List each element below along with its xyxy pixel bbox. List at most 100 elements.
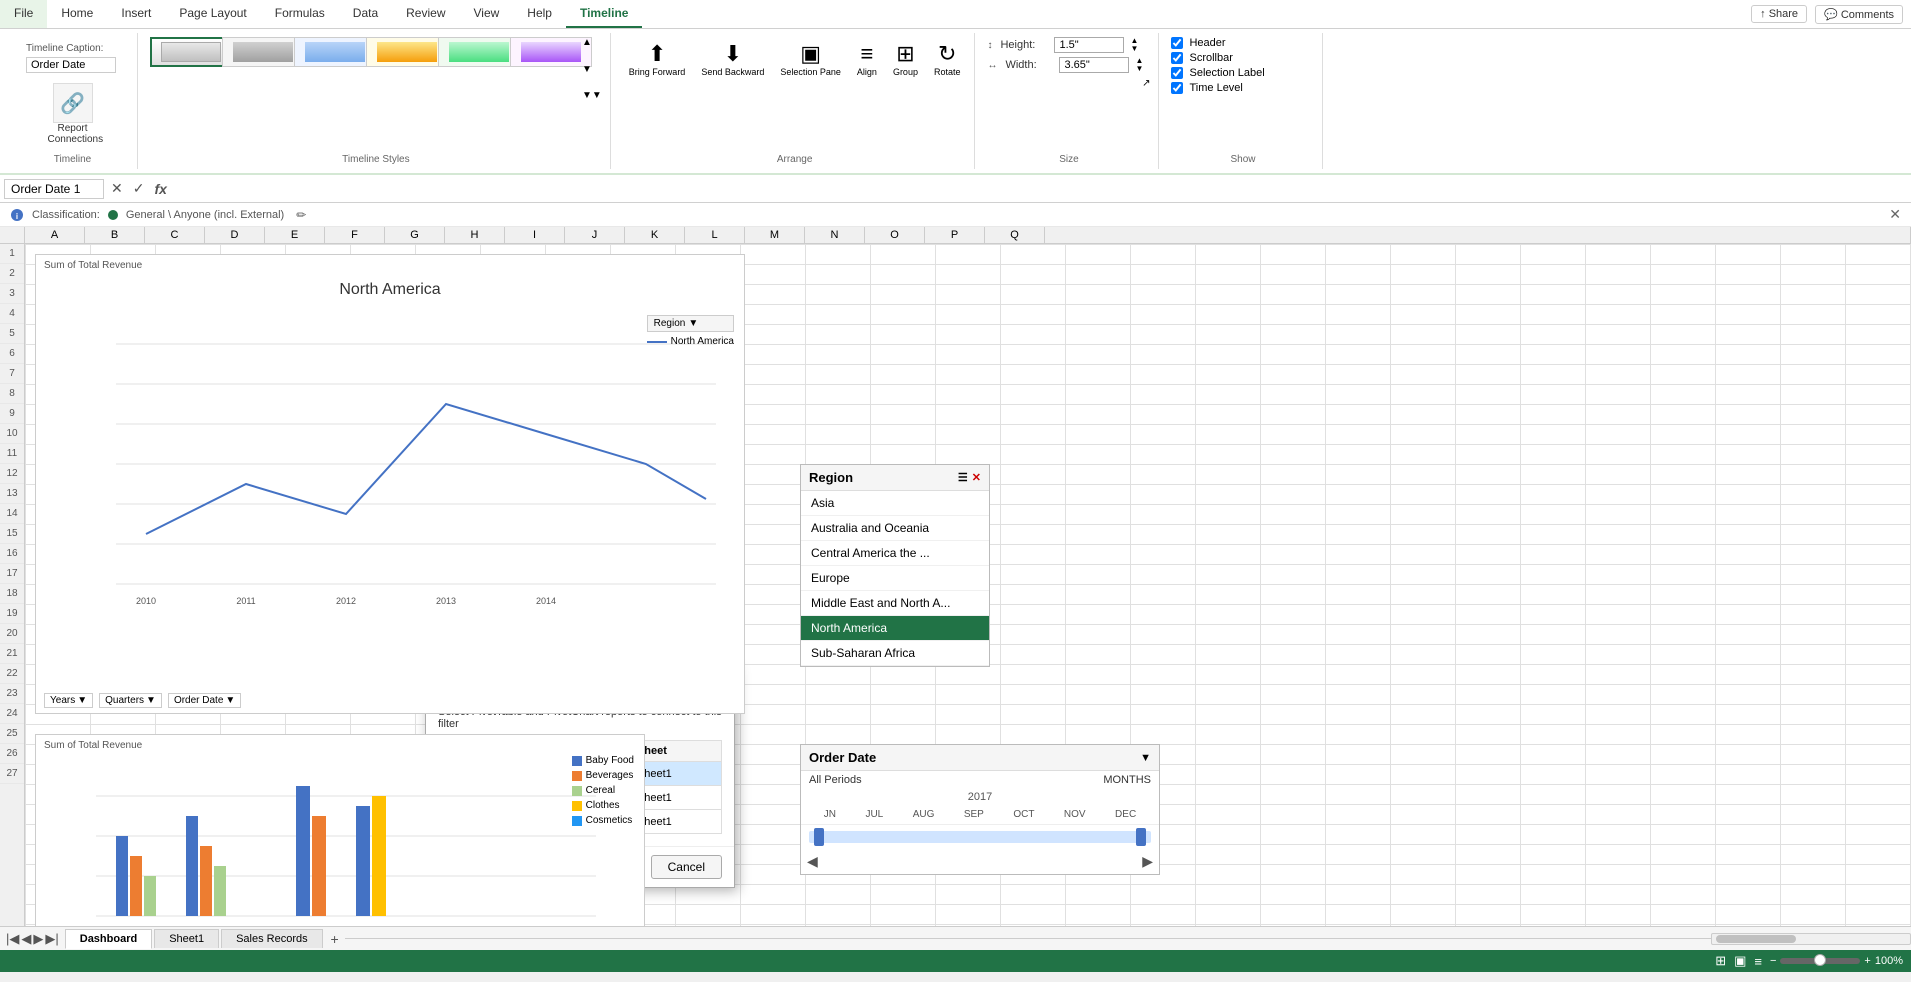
styles-expand[interactable]: ▼▼ xyxy=(582,90,602,101)
comments-button[interactable]: 💬 Comments xyxy=(1815,5,1903,24)
row-9[interactable]: 9 xyxy=(0,404,24,424)
row-21[interactable]: 21 xyxy=(0,644,24,664)
zoom-control[interactable]: − + 100% xyxy=(1770,955,1903,967)
page-layout-view-icon[interactable]: ▣ xyxy=(1734,953,1746,969)
row-15[interactable]: 15 xyxy=(0,524,24,544)
resize-handle-tr[interactable] xyxy=(1151,745,1159,753)
row-1[interactable]: 1 xyxy=(0,244,24,264)
col-header-F[interactable]: F xyxy=(325,227,385,243)
row-4[interactable]: 4 xyxy=(0,304,24,324)
row-11[interactable]: 11 xyxy=(0,444,24,464)
h-scrollbar-thumb[interactable] xyxy=(1716,935,1796,943)
col-header-B[interactable]: B xyxy=(85,227,145,243)
region-filter-button[interactable]: Region ▼ xyxy=(647,315,734,332)
cells-area[interactable]: Sum of Total Revenue North America $- $1… xyxy=(25,244,1911,926)
col-header-K[interactable]: K xyxy=(625,227,685,243)
sheet-tab-sheet1[interactable]: Sheet1 xyxy=(154,929,219,948)
sheet-first-button[interactable]: |◀ xyxy=(6,931,19,947)
slicer-item-australia[interactable]: Australia and Oceania xyxy=(801,516,989,541)
date-slider-right-handle[interactable] xyxy=(1136,828,1146,846)
tab-help[interactable]: Help xyxy=(513,0,566,28)
timeline-style-2[interactable] xyxy=(222,37,304,67)
tab-data[interactable]: Data xyxy=(339,0,392,28)
col-header-C[interactable]: C xyxy=(145,227,205,243)
selection-pane-button[interactable]: ▣ Selection Pane xyxy=(774,37,847,81)
sheet-tab-dashboard[interactable]: Dashboard xyxy=(65,929,152,949)
timeline-style-5[interactable] xyxy=(438,37,520,67)
order-date-dropdown[interactable]: Order Date ▼ xyxy=(168,693,241,708)
row-6[interactable]: 6 xyxy=(0,344,24,364)
tab-timeline[interactable]: Timeline xyxy=(566,0,642,28)
row-2[interactable]: 2 xyxy=(0,264,24,284)
cell-reference[interactable]: Order Date 1 xyxy=(4,179,104,199)
height-input[interactable] xyxy=(1054,37,1124,53)
col-header-G[interactable]: G xyxy=(385,227,445,243)
height-decrement[interactable]: ▼ xyxy=(1130,45,1138,53)
col-header-H[interactable]: H xyxy=(445,227,505,243)
add-sheet-button[interactable]: + xyxy=(325,929,345,949)
row-10[interactable]: 10 xyxy=(0,424,24,444)
zoom-out-button[interactable]: − xyxy=(1770,955,1776,967)
slicer-item-central-america[interactable]: Central America the ... xyxy=(801,541,989,566)
date-slider-bar[interactable] xyxy=(809,831,1151,843)
slicer-item-north-america[interactable]: North America xyxy=(801,616,989,641)
edit-classification-icon[interactable]: ✏ xyxy=(296,208,306,222)
row-20[interactable]: 20 xyxy=(0,624,24,644)
row-27[interactable]: 27 xyxy=(0,764,24,784)
row-13[interactable]: 13 xyxy=(0,484,24,504)
date-slider-left-handle[interactable] xyxy=(814,828,824,846)
timeline-style-6[interactable] xyxy=(510,37,592,67)
sheet-tab-sales-records[interactable]: Sales Records xyxy=(221,929,323,948)
timeline-style-4[interactable] xyxy=(366,37,448,67)
send-backward-button[interactable]: ⬇ Send Backward xyxy=(695,37,770,81)
col-header-I[interactable]: I xyxy=(505,227,565,243)
quarters-dropdown[interactable]: Quarters ▼ xyxy=(99,693,162,708)
row-19[interactable]: 19 xyxy=(0,604,24,624)
tab-home[interactable]: Home xyxy=(47,0,107,28)
years-dropdown[interactable]: Years ▼ xyxy=(44,693,93,708)
chart1-container[interactable]: Sum of Total Revenue North America $- $1… xyxy=(35,254,745,714)
zoom-in-button[interactable]: + xyxy=(1864,955,1870,967)
formula-input[interactable] xyxy=(174,180,1907,198)
row-7[interactable]: 7 xyxy=(0,364,24,384)
date-next-button[interactable]: ▶ xyxy=(1142,853,1153,870)
row-23[interactable]: 23 xyxy=(0,684,24,704)
rotate-button[interactable]: ↻ Rotate xyxy=(928,37,967,81)
slicer-item-asia[interactable]: Asia xyxy=(801,491,989,516)
row-8[interactable]: 8 xyxy=(0,384,24,404)
cancel-edit-button[interactable]: ✕ xyxy=(108,180,126,197)
selection-label-checkbox[interactable] xyxy=(1171,67,1183,79)
slicer-item-europe[interactable]: Europe xyxy=(801,566,989,591)
col-header-O[interactable]: O xyxy=(865,227,925,243)
timeline-style-3[interactable] xyxy=(294,37,376,67)
tab-formulas[interactable]: Formulas xyxy=(261,0,339,28)
date-slicer[interactable]: Order Date ▼ All Periods MONTHS 2017 JN … xyxy=(800,744,1160,875)
row-17[interactable]: 17 xyxy=(0,564,24,584)
share-button[interactable]: ↑ Share xyxy=(1751,5,1807,23)
date-filter-icon[interactable]: ▼ xyxy=(1140,752,1151,764)
col-header-E[interactable]: E xyxy=(265,227,325,243)
tab-view[interactable]: View xyxy=(460,0,514,28)
timeline-style-1[interactable] xyxy=(150,37,232,67)
tab-review[interactable]: Review xyxy=(392,0,459,28)
row-5[interactable]: 5 xyxy=(0,324,24,344)
col-header-Q[interactable]: Q xyxy=(985,227,1045,243)
bring-forward-button[interactable]: ⬆ Bring Forward xyxy=(623,37,692,81)
zoom-slider[interactable] xyxy=(1780,958,1860,964)
caption-input[interactable] xyxy=(26,57,116,73)
h-scrollbar[interactable] xyxy=(1711,933,1911,945)
scrollbar-checkbox[interactable] xyxy=(1171,52,1183,64)
slicer-clear-icon[interactable]: ✕ xyxy=(972,471,981,484)
header-checkbox[interactable] xyxy=(1171,37,1183,49)
slicer-filter-icon[interactable]: ☰ xyxy=(958,471,968,484)
tab-insert[interactable]: Insert xyxy=(107,0,165,28)
size-expand-icon[interactable]: ↗ xyxy=(1142,78,1150,89)
row-26[interactable]: 26 xyxy=(0,744,24,764)
sheet-prev-button[interactable]: ◀ xyxy=(21,931,31,947)
width-input[interactable] xyxy=(1059,57,1129,73)
row-3[interactable]: 3 xyxy=(0,284,24,304)
col-header-A[interactable]: A xyxy=(25,227,85,243)
tab-file[interactable]: File xyxy=(0,0,47,28)
group-button[interactable]: ⊞ Group xyxy=(887,37,924,81)
row-14[interactable]: 14 xyxy=(0,504,24,524)
